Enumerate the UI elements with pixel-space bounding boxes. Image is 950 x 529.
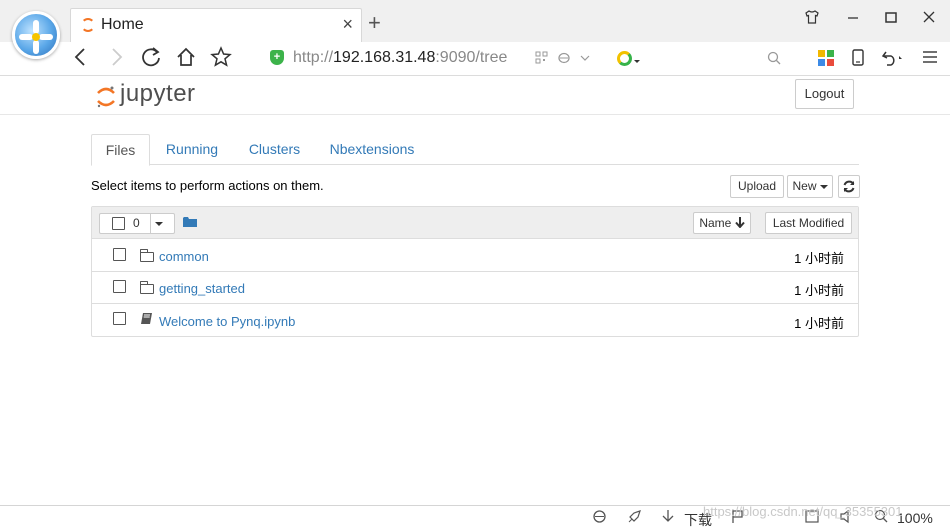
upload-button[interactable]: Upload: [730, 175, 784, 198]
home-icon[interactable]: [174, 46, 198, 74]
sort-by-name-button[interactable]: Name: [693, 212, 751, 234]
address-path: :9090/tree: [435, 49, 508, 66]
list-item-common[interactable]: common 1 小时前: [92, 240, 858, 272]
jupyter-tabs: Files Running Clusters Nbextensions: [91, 134, 859, 166]
item-modified: 1 小时前: [794, 283, 844, 298]
search-icon[interactable]: [767, 51, 781, 68]
item-modified: 1 小时前: [794, 316, 844, 331]
item-checkbox[interactable]: [113, 248, 126, 261]
watermark: https://blog.csdn.net/qq_35355301: [703, 504, 903, 519]
list-item-welcome-notebook[interactable]: Welcome to Pynq.ipynb 1 小时前: [92, 304, 858, 337]
caret-down-icon: [819, 184, 828, 189]
folder-icon: [140, 281, 154, 294]
maximize-icon[interactable]: [881, 9, 901, 30]
address-bar[interactable]: http://192.168.31.48:9090/tree: [293, 49, 515, 67]
ie-mode-icon[interactable]: [592, 509, 607, 527]
tab-title: Home: [101, 16, 144, 33]
logout-button[interactable]: Logout: [795, 79, 854, 109]
item-checkbox[interactable]: [113, 312, 126, 325]
select-all-checkbox[interactable]: [112, 217, 125, 230]
browser-nav-bar: + http://192.168.31.48:9090/tree: [0, 42, 950, 76]
new-dropdown-button[interactable]: New: [787, 175, 833, 198]
selected-count: 0: [133, 216, 140, 230]
list-item-getting-started[interactable]: getting_started 1 小时前: [92, 272, 858, 304]
window-close-icon[interactable]: [919, 9, 939, 30]
instructions-text: Select items to perform actions on them.: [91, 178, 324, 193]
tab-running[interactable]: Running: [160, 134, 224, 165]
new-tab-button[interactable]: +: [368, 10, 381, 36]
forward-icon[interactable]: [104, 46, 128, 74]
select-all-control[interactable]: 0: [99, 213, 175, 234]
arrow-down-icon: [734, 217, 745, 229]
tab-close-icon[interactable]: ×: [342, 14, 353, 35]
browser-tab-bar: Home × +: [0, 0, 950, 42]
tab-clusters[interactable]: Clusters: [243, 134, 306, 165]
search-engine-dropdown-icon[interactable]: [634, 53, 640, 68]
file-list-header: 0 Name Last Modified: [92, 207, 858, 239]
file-list: 0 Name Last Modified common 1 小时前 gettin…: [91, 206, 859, 337]
menu-icon[interactable]: [918, 48, 942, 72]
notebook-icon: [140, 313, 153, 328]
refresh-button[interactable]: [838, 175, 860, 198]
ie-compat-icon[interactable]: [557, 51, 571, 67]
sort-name-label: Name: [699, 216, 732, 230]
sort-by-last-modified-button[interactable]: Last Modified: [765, 212, 852, 234]
tab-files[interactable]: Files: [91, 134, 150, 166]
reload-icon[interactable]: [139, 46, 163, 74]
folder-icon: [140, 249, 154, 262]
apps-grid-icon[interactable]: [818, 50, 834, 66]
jupyter-header: jupyter Logout: [0, 76, 950, 115]
undo-icon[interactable]: [880, 47, 904, 73]
refresh-icon: [843, 180, 855, 193]
new-label: New: [792, 179, 817, 193]
address-scheme: http://: [293, 49, 334, 66]
search-engine-icon[interactable]: [617, 51, 632, 66]
item-name-link[interactable]: Welcome to Pynq.ipynb: [159, 314, 295, 329]
address-host: 192.168.31.48: [333, 49, 436, 66]
rocket-icon[interactable]: [627, 509, 642, 527]
jupyter-logo-icon: [97, 86, 115, 108]
item-checkbox[interactable]: [113, 280, 126, 293]
back-icon[interactable]: [69, 46, 93, 74]
select-dropdown-icon[interactable]: [155, 222, 163, 226]
secure-shield-icon[interactable]: +: [270, 50, 284, 65]
folder-breadcrumb-icon[interactable]: [183, 216, 197, 231]
browser-logo-icon[interactable]: [12, 11, 60, 59]
jupyter-favicon-icon: [81, 18, 95, 32]
reading-mode-icon[interactable]: [846, 48, 870, 74]
tab-nbextensions[interactable]: Nbextensions: [324, 134, 420, 165]
download-icon[interactable]: [661, 509, 675, 527]
shirt-icon[interactable]: [802, 9, 822, 30]
item-name-link[interactable]: getting_started: [159, 281, 245, 296]
item-modified: 1 小时前: [794, 251, 844, 266]
minimize-icon[interactable]: [843, 9, 863, 30]
browser-tab-home[interactable]: Home ×: [70, 8, 362, 42]
qr-code-icon[interactable]: [535, 51, 548, 67]
item-name-link[interactable]: common: [159, 249, 209, 264]
jupyter-logo-text: jupyter: [120, 80, 196, 107]
favorite-star-icon[interactable]: [209, 46, 233, 74]
address-dropdown-icon[interactable]: [580, 51, 590, 67]
